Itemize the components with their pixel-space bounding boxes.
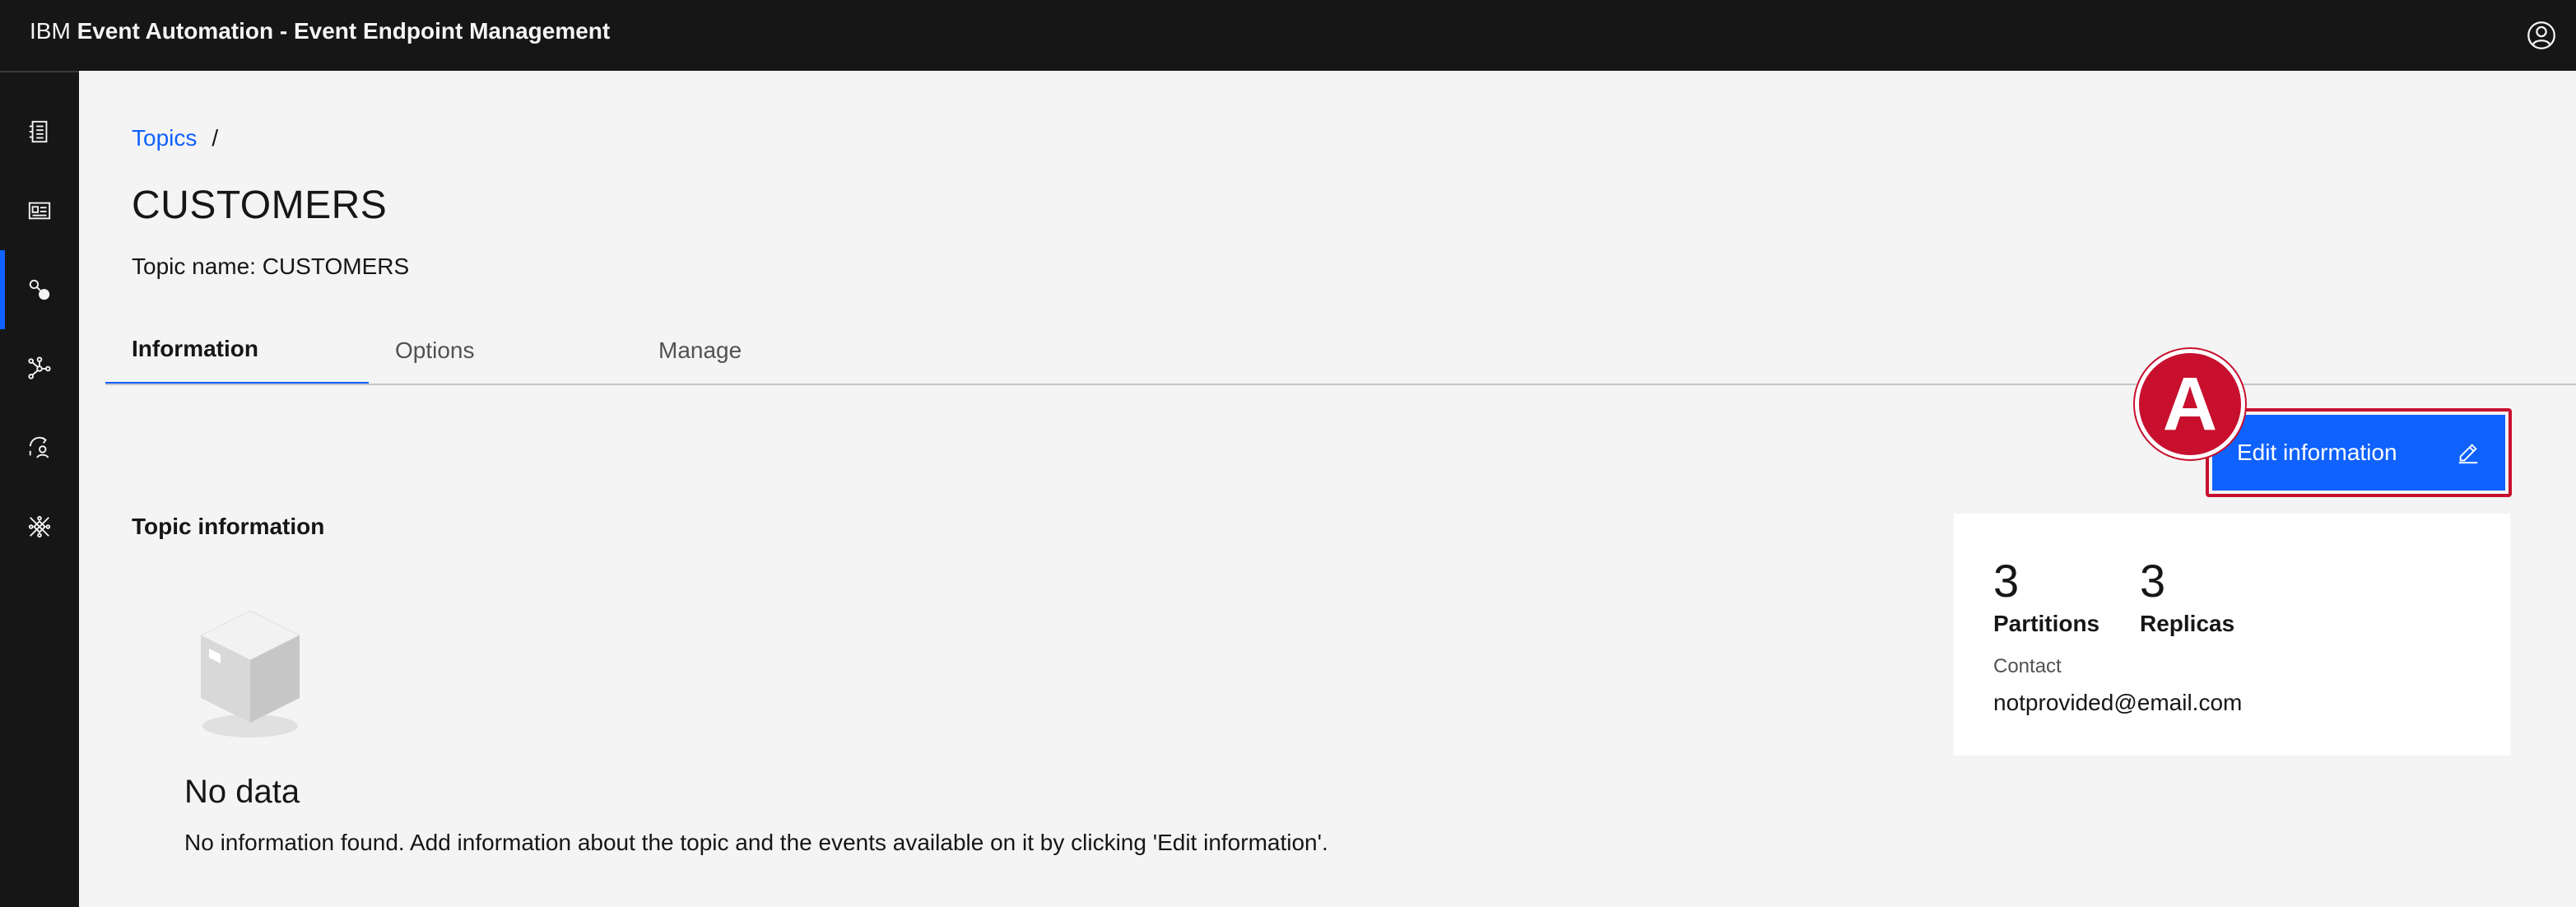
subscriptions-card-icon (28, 202, 51, 220)
edit-information-button[interactable]: Edit information (2212, 415, 2505, 491)
partitions-label: Partitions (1993, 611, 2100, 636)
empty-box-icon (199, 610, 301, 737)
topic-information-heading: Topic information (132, 514, 325, 539)
brand-prefix: IBM (30, 18, 71, 44)
edit-button-highlight: Edit information (2206, 408, 2512, 497)
nav-item-subscriptions[interactable] (0, 171, 79, 250)
breadcrumb-separator: / (212, 125, 219, 151)
empty-state-title: No data (184, 774, 300, 810)
contact-label: Contact (1993, 655, 2062, 677)
edit-information-label: Edit information (2237, 440, 2397, 465)
brand-product: Event Automation - Event Endpoint Manage… (77, 18, 611, 44)
nav-item-gateways[interactable] (0, 329, 79, 408)
replicas-value: 3 (2140, 555, 2166, 607)
side-navigation (0, 71, 79, 907)
nav-item-catalog[interactable] (0, 92, 79, 171)
tab-options[interactable]: Options (369, 316, 632, 385)
tab-list: Information Options Manage (105, 316, 895, 385)
partitions-value: 3 (1993, 555, 2020, 607)
replicas-label: Replicas (2140, 611, 2235, 636)
topic-details-card: 3 Partitions 3 Replicas Contact notprovi… (1954, 514, 2510, 756)
contact-email: notprovided@email.com (1993, 690, 2243, 715)
annotation-marker: A (2135, 349, 2245, 459)
page-title: CUSTOMERS (132, 184, 388, 227)
nav-item-integrations[interactable] (0, 487, 79, 566)
replicas-stat: 3 Replicas (2140, 555, 2234, 637)
partitions-stat: 3 Partitions (1993, 555, 2099, 637)
empty-state-description: No information found. Add information ab… (184, 830, 1328, 855)
top-header: IBM Event Automation - Event Endpoint Ma… (0, 0, 2576, 71)
tab-information[interactable]: Information (105, 316, 369, 385)
integrations-icon (28, 515, 51, 538)
tab-manage[interactable]: Manage (632, 316, 895, 385)
catalog-icon (29, 120, 48, 143)
topic-name-subtitle: Topic name: CUSTOMERS (132, 253, 410, 279)
nav-item-topics[interactable] (0, 250, 79, 329)
breadcrumb: Topics / (132, 125, 218, 151)
network-gateway-icon (28, 356, 51, 379)
nav-item-access[interactable] (0, 408, 79, 487)
user-access-icon (29, 436, 49, 458)
edit-pencil-icon (2458, 444, 2478, 464)
app-title[interactable]: IBM Event Automation - Event Endpoint Ma… (30, 18, 610, 44)
user-avatar-icon (2527, 21, 2555, 49)
user-avatar-button[interactable] (2522, 16, 2561, 55)
topics-icon (29, 279, 50, 300)
breadcrumb-topics-link[interactable]: Topics (132, 125, 197, 151)
